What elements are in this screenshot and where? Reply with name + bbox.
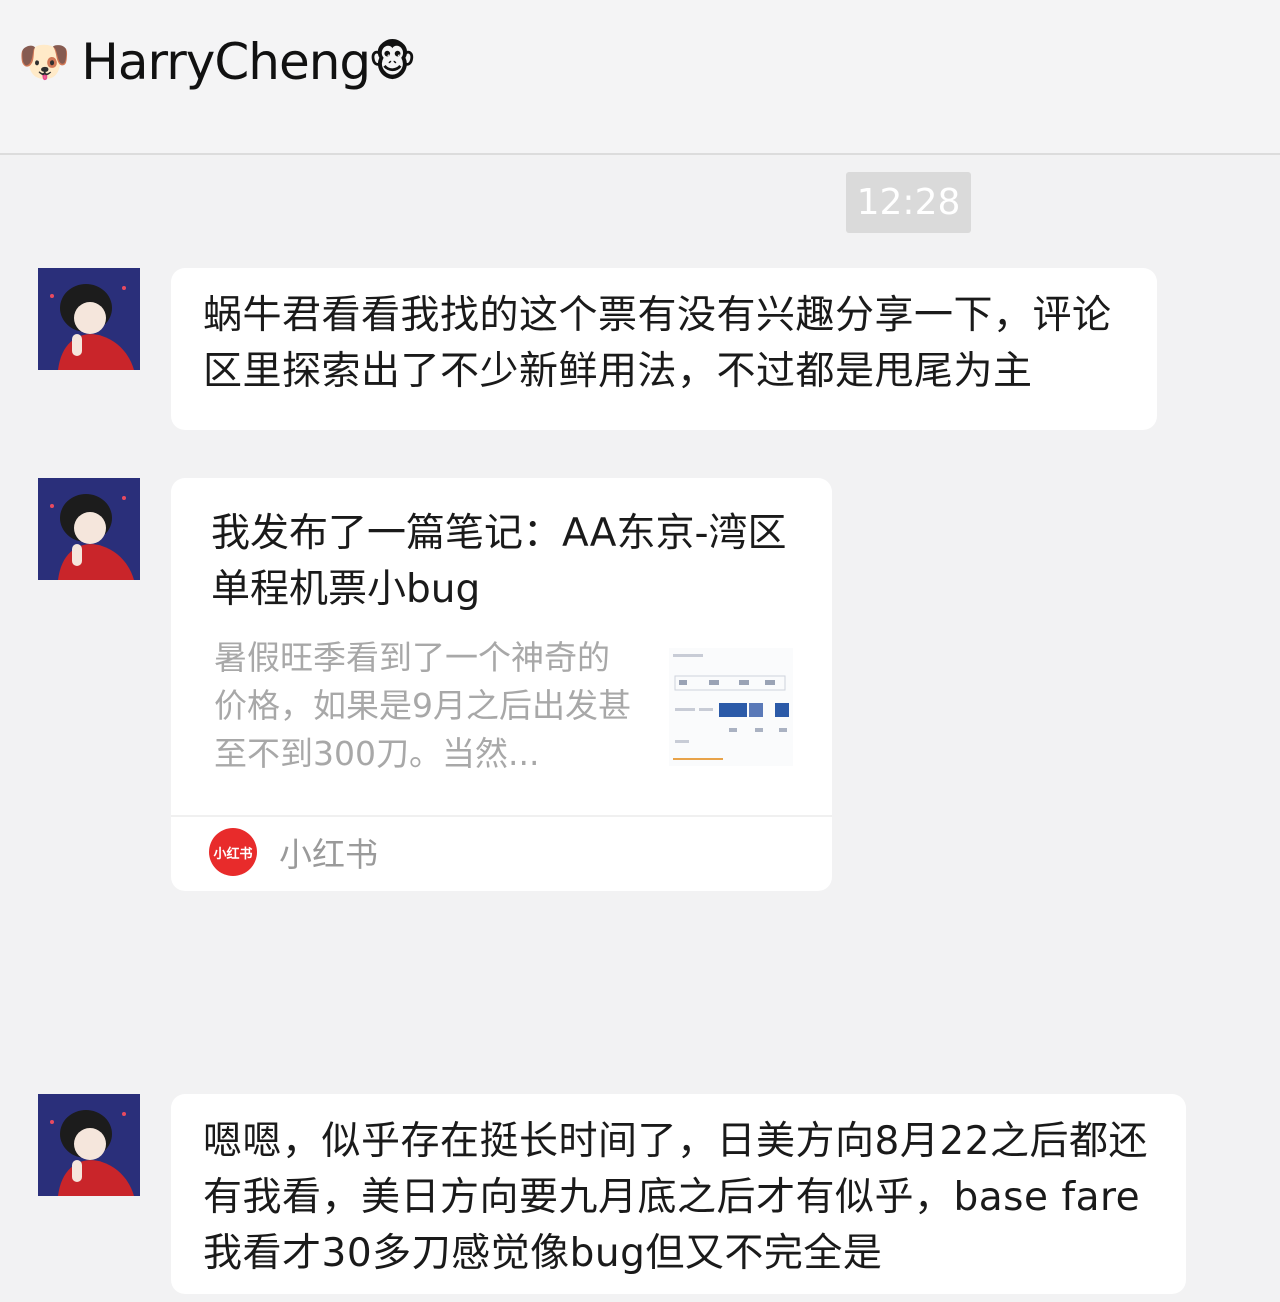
avatar-portrait-icon xyxy=(38,268,140,370)
card-title: 我发布了一篇笔记：AA东京-湾区单程机票小bug xyxy=(211,511,787,612)
screenshot-thumbnail-icon xyxy=(673,654,789,760)
dog-emoji-icon: 🐶 xyxy=(18,37,70,86)
card-thumbnail xyxy=(669,648,793,766)
card-divider xyxy=(171,815,832,817)
monkey-emoji-icon: 🐵 xyxy=(368,37,417,86)
avatar[interactable] xyxy=(38,478,140,580)
avatar-portrait-icon xyxy=(38,478,140,580)
avatar[interactable] xyxy=(38,1094,140,1196)
shared-note-card[interactable]: 我发布了一篇笔记：AA东京-湾区单程机票小bug 暑假旺季看到了一个神奇的价格，… xyxy=(171,478,832,891)
card-source: 小红书 小红书 xyxy=(209,828,378,876)
message-text: 蜗牛君看看我找的这个票有没有兴趣分享一下，评论区里探索出了不少新鲜用法，不过都是… xyxy=(203,293,1112,394)
card-description: 暑假旺季看到了一个神奇的价格，如果是9月之后出发甚至不到300刀。当然... xyxy=(214,638,631,773)
message-text: 嗯嗯，似乎存在挺长时间了，日美方向8月22之后都还有我看，美日方向要九月底之后才… xyxy=(203,1119,1148,1276)
card-source-label: 小红书 xyxy=(279,835,378,874)
xiaohongshu-logo-icon: 小红书 xyxy=(209,828,257,876)
chat-title[interactable]: 🐶 HarryCheng 🐵 xyxy=(18,30,417,94)
message-bubble[interactable]: 蜗牛君看看我找的这个票有没有兴趣分享一下，评论区里探索出了不少新鲜用法，不过都是… xyxy=(171,268,1157,430)
contact-name: HarryCheng xyxy=(81,33,371,91)
message-timestamp: 12:28 xyxy=(846,172,971,233)
avatar-portrait-icon xyxy=(38,1094,140,1196)
chat-header: 🐶 HarryCheng 🐵 xyxy=(0,0,1280,155)
avatar[interactable] xyxy=(38,268,140,370)
message-bubble[interactable]: 嗯嗯，似乎存在挺长时间了，日美方向8月22之后都还有我看，美日方向要九月底之后才… xyxy=(171,1094,1186,1294)
